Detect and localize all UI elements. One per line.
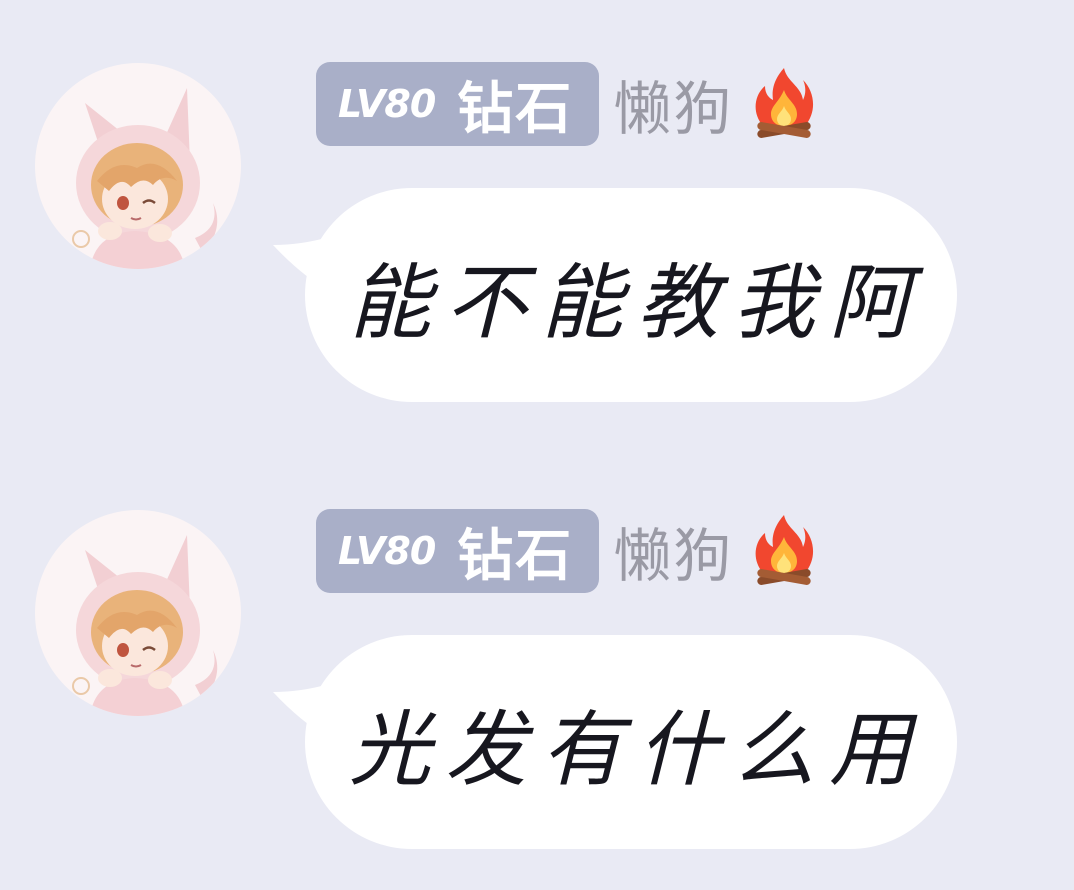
sender-meta: LV80 钻石 懒狗 <box>316 61 821 147</box>
message-text: 能不能教我阿 <box>349 255 925 351</box>
message-bubble[interactable]: 光发有什么用 <box>305 635 957 849</box>
chat-message: LV80 钻石 懒狗 光发有什么用 <box>0 447 1074 867</box>
avatar[interactable] <box>35 63 241 269</box>
fire-icon <box>755 515 814 585</box>
chat-screen: { "messages": [ { "badge": { "level": "L… <box>0 0 1074 890</box>
avatar[interactable] <box>35 510 241 716</box>
sender-meta: LV80 钻石 懒狗 <box>316 508 821 594</box>
badge-level: LV80 <box>338 82 436 126</box>
sender-nickname[interactable]: 懒狗 <box>613 62 733 146</box>
message-bubble[interactable]: 能不能教我阿 <box>305 188 957 402</box>
chat-message: LV80 钻石 懒狗 能不能教我阿 <box>0 0 1074 420</box>
level-badge[interactable]: LV80 钻石 <box>316 62 600 146</box>
anime-catgirl-avatar-icon <box>72 88 218 269</box>
message-text: 光发有什么用 <box>349 702 925 798</box>
level-badge[interactable]: LV80 钻石 <box>316 509 600 593</box>
sender-nickname[interactable]: 懒狗 <box>613 509 733 593</box>
badge-tier: 钻石 <box>457 523 574 589</box>
badge-tier: 钻石 <box>457 76 574 142</box>
fire-icon <box>755 68 814 138</box>
badge-level: LV80 <box>338 529 436 573</box>
anime-catgirl-avatar-icon <box>72 535 218 716</box>
